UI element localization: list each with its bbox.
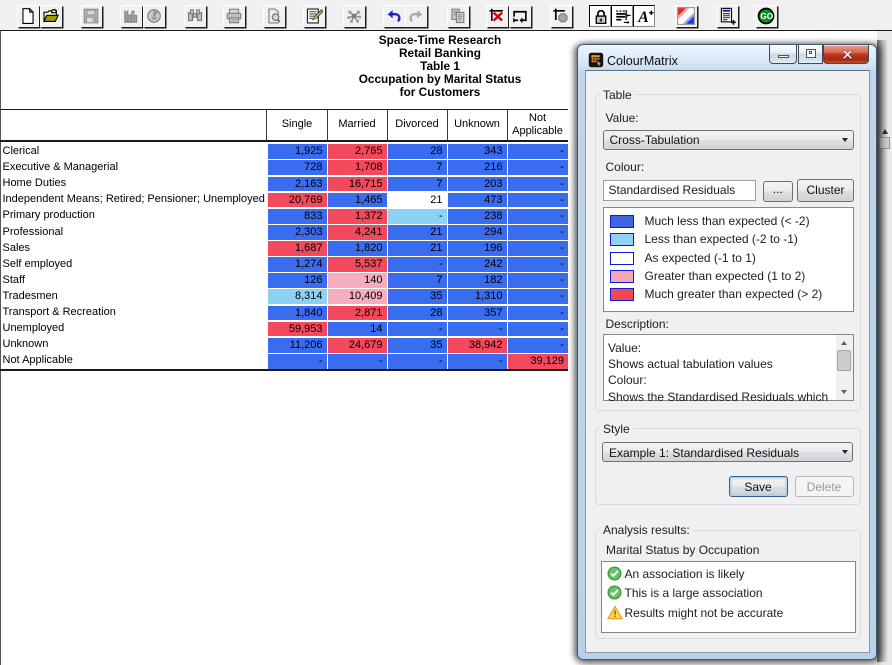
svg-text:GO: GO [760,11,774,21]
svg-text:A: A [637,9,649,26]
